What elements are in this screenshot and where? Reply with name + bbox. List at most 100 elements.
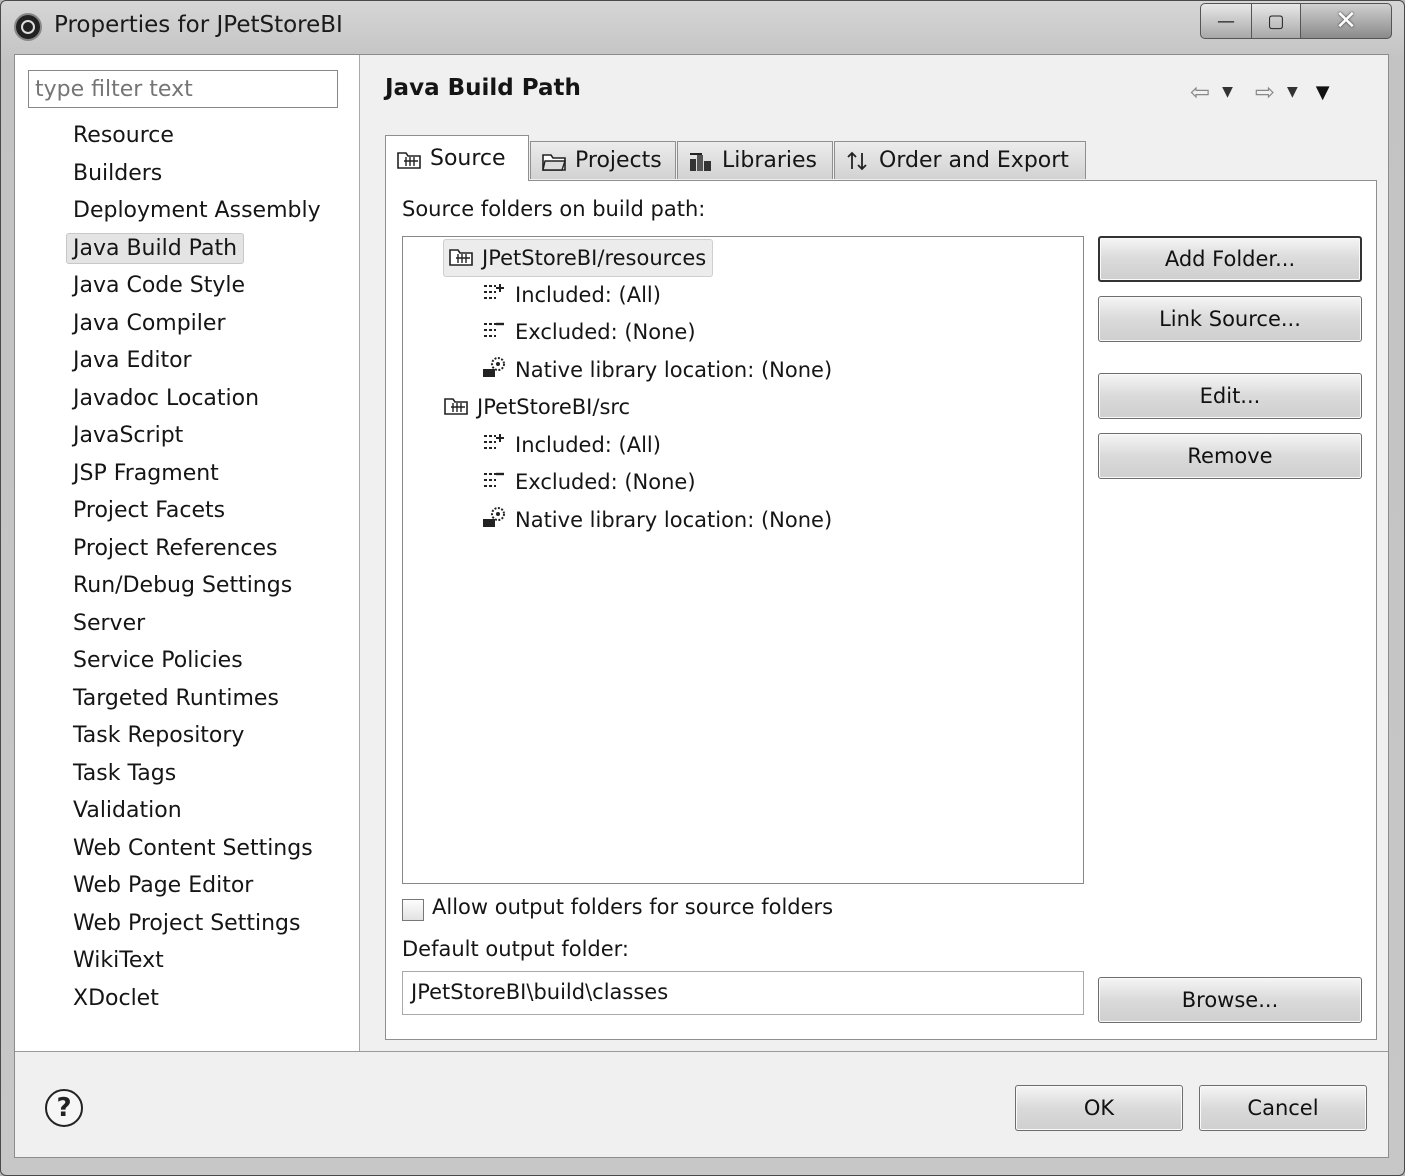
edit-button[interactable]: Edit... xyxy=(1098,373,1362,419)
nav-item[interactable]: Project References xyxy=(15,530,359,568)
source-folder-tree[interactable]: JPetStoreBI/resources Included: (All) Excl… xyxy=(402,236,1084,884)
maximize-button[interactable]: ▢ xyxy=(1251,3,1301,39)
nav-item[interactable]: Service Policies xyxy=(15,642,359,680)
nav-item[interactable]: Java Editor xyxy=(15,342,359,380)
forward-arrow-icon[interactable]: ⇨ xyxy=(1255,78,1275,106)
window-title: Properties for JPetStoreBI xyxy=(54,12,343,38)
nav-item-label: Web Content Settings xyxy=(73,835,313,861)
nav-item[interactable]: Server xyxy=(15,605,359,643)
tab-source[interactable]: Source xyxy=(385,135,529,181)
tree-attribute-row[interactable]: Excluded: (None) xyxy=(481,314,696,350)
inclusion-filter-icon xyxy=(481,280,507,309)
tree-attribute-label: Native library location: (None) xyxy=(515,357,833,382)
nav-item[interactable]: Java Compiler xyxy=(15,305,359,343)
source-folders-heading: Source folders on build path: xyxy=(402,197,706,221)
nav-item[interactable]: Web Page Editor xyxy=(15,867,359,905)
tab-order-and-export[interactable]: Order and Export xyxy=(834,141,1086,179)
default-output-folder-field[interactable]: JPetStoreBI\build\classes xyxy=(402,971,1084,1015)
cancel-button[interactable]: Cancel xyxy=(1199,1085,1367,1131)
nav-item[interactable]: Task Repository xyxy=(15,717,359,755)
tree-attribute-row[interactable]: Included: (All) xyxy=(481,427,661,463)
preference-nav-list: Resource Builders Deployment Assembly Java … xyxy=(15,117,359,1017)
exclusion-filter-icon xyxy=(481,468,507,497)
nav-item[interactable]: Javadoc Location xyxy=(15,380,359,418)
browse-button[interactable]: Browse... xyxy=(1098,977,1362,1023)
tree-folder-row[interactable]: JPetStoreBI/resources xyxy=(443,239,714,277)
maximize-icon: ▢ xyxy=(1267,10,1285,32)
order-export-icon xyxy=(847,151,867,170)
dialog-client-area: Resource Builders Deployment Assembly Java … xyxy=(14,54,1389,1158)
nav-item[interactable]: Web Project Settings xyxy=(15,905,359,943)
nav-item-label: Web Page Editor xyxy=(73,873,254,898)
nav-item-label: JavaScript xyxy=(73,423,184,448)
project-folder-icon xyxy=(542,153,566,171)
nav-item[interactable]: JSP Fragment xyxy=(15,455,359,493)
nav-item[interactable]: Java Build Path xyxy=(15,230,359,268)
native-library-icon xyxy=(481,505,507,534)
ok-button[interactable]: OK xyxy=(1015,1085,1183,1131)
tab-projects[interactable]: Projects xyxy=(530,141,676,179)
nav-item[interactable]: Deployment Assembly xyxy=(15,192,359,230)
nav-item[interactable]: Builders xyxy=(15,155,359,193)
libraries-icon xyxy=(690,152,711,171)
source-tab-panel: Source folders on build path: JPetStoreB… xyxy=(385,180,1377,1040)
nav-item-label: Web Project Settings xyxy=(73,910,301,936)
nav-item[interactable]: Project Facets xyxy=(15,492,359,530)
source-folder-icon xyxy=(448,244,474,273)
nav-item[interactable]: Task Tags xyxy=(15,755,359,793)
nav-item-label: XDoclet xyxy=(73,985,159,1011)
view-menu-icon[interactable]: ▼ xyxy=(1316,82,1330,103)
nav-item[interactable]: JavaScript xyxy=(15,417,359,455)
nav-item[interactable]: Web Content Settings xyxy=(15,830,359,868)
nav-item-label: Targeted Runtimes xyxy=(73,685,279,711)
native-library-icon xyxy=(481,355,507,384)
source-folder-icon xyxy=(397,151,421,169)
nav-item[interactable]: Run/Debug Settings xyxy=(15,567,359,605)
nav-item[interactable]: WikiText xyxy=(15,942,359,980)
tree-folder-label: JPetStoreBI/resources xyxy=(482,246,707,270)
filter-input[interactable] xyxy=(28,70,338,108)
nav-item-label: Java Editor xyxy=(73,348,192,373)
allow-output-folders-label[interactable]: Allow output folders for source folders xyxy=(432,895,833,919)
page-title: Java Build Path xyxy=(385,75,581,101)
tree-attribute-row[interactable]: Native library location: (None) xyxy=(481,502,832,538)
nav-item[interactable]: Java Code Style xyxy=(15,267,359,305)
footer-separator xyxy=(15,1051,1388,1052)
nav-item-label: Project Facets xyxy=(73,498,226,523)
link-source-button[interactable]: Link Source... xyxy=(1098,296,1362,342)
nav-item-label: Service Policies xyxy=(73,648,243,673)
tab-label: Libraries xyxy=(722,148,818,173)
tab-label: Source xyxy=(430,146,506,171)
add-folder-button[interactable]: Add Folder... xyxy=(1098,236,1362,282)
nav-item-label: Deployment Assembly xyxy=(73,198,321,223)
nav-item[interactable]: Resource xyxy=(15,117,359,155)
tree-folder-label: JPetStoreBI/src xyxy=(477,395,631,419)
tree-attribute-row[interactable]: Excluded: (None) xyxy=(481,464,696,500)
tree-attribute-row[interactable]: Native library location: (None) xyxy=(481,352,832,388)
eclipse-app-icon xyxy=(14,13,42,41)
nav-item-label: Project References xyxy=(73,535,278,561)
tree-attribute-label: Native library location: (None) xyxy=(515,507,833,532)
back-dropdown-icon[interactable]: ▼ xyxy=(1222,84,1233,100)
tree-attribute-row[interactable]: Included: (All) xyxy=(481,277,661,313)
tab-libraries[interactable]: Libraries xyxy=(677,141,833,179)
tree-attribute-label: Included: (All) xyxy=(515,432,661,457)
nav-item[interactable]: Targeted Runtimes xyxy=(15,680,359,718)
nav-item-label: JSP Fragment xyxy=(73,460,219,486)
forward-dropdown-icon[interactable]: ▼ xyxy=(1287,84,1298,100)
allow-output-folders-checkbox[interactable] xyxy=(402,899,424,921)
minimize-button[interactable]: — xyxy=(1200,3,1252,39)
default-output-folder-label: Default output folder: xyxy=(402,937,630,961)
tree-attribute-label: Excluded: (None) xyxy=(515,470,696,494)
back-arrow-icon[interactable]: ⇦ xyxy=(1190,78,1210,106)
nav-item-label: Run/Debug Settings xyxy=(73,573,293,598)
nav-item-label: Task Tags xyxy=(73,760,177,786)
close-button[interactable]: ✕ xyxy=(1300,3,1392,39)
nav-item[interactable]: Validation xyxy=(15,792,359,830)
tree-folder-row[interactable]: JPetStoreBI/src xyxy=(443,389,630,425)
help-icon[interactable]: ? xyxy=(45,1089,83,1127)
minimize-icon: — xyxy=(1217,10,1235,32)
remove-button[interactable]: Remove xyxy=(1098,433,1362,479)
nav-item[interactable]: XDoclet xyxy=(15,980,359,1018)
tab-label: Projects xyxy=(575,148,662,173)
